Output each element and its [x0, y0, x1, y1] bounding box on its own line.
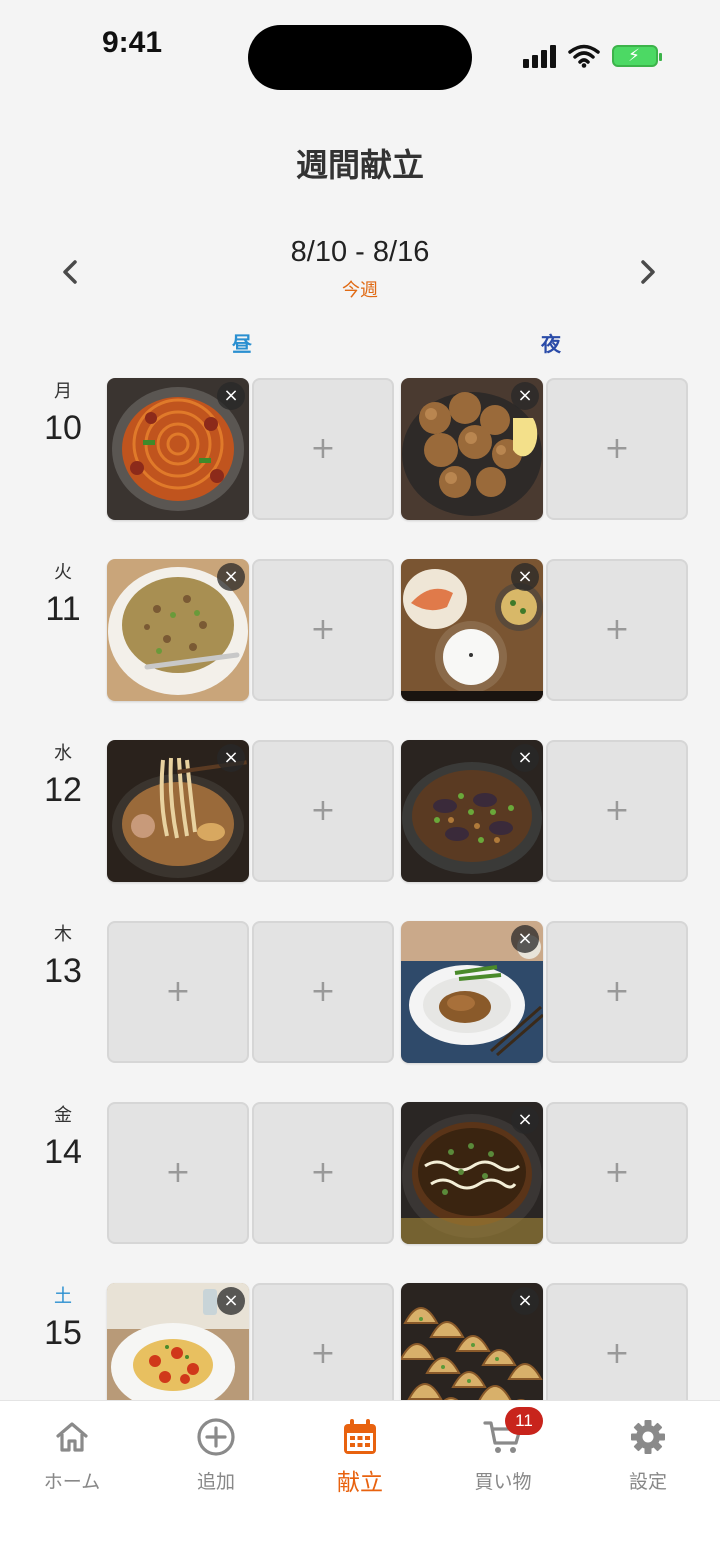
gear-icon	[631, 1420, 665, 1454]
battery-icon: ⚡	[612, 45, 662, 67]
weekday-name: 火	[54, 562, 72, 583]
day-row: 木 13 + + × +	[0, 921, 720, 1063]
week-range: 8/10 - 8/16	[290, 236, 430, 268]
meal-photo-dinner-1[interactable]: ×	[401, 1102, 543, 1244]
wifi-icon	[568, 44, 600, 68]
add-meal-slot-lunch-2[interactable]: +	[252, 378, 394, 520]
chevron-right-icon	[641, 260, 655, 284]
tab-shopping-label: 買い物	[474, 1471, 532, 1493]
meal-photo-dinner-1[interactable]: ×	[401, 921, 543, 1063]
day-row: 火 11 × + × +	[0, 559, 720, 701]
tab-settings[interactable]: 設定	[588, 1415, 708, 1494]
tab-menu-plan[interactable]: 献立	[300, 1415, 420, 1497]
plus-icon: +	[310, 1155, 336, 1190]
plus-icon: +	[604, 974, 630, 1009]
plus-icon: +	[310, 974, 336, 1009]
meal-photo-lunch-1[interactable]: ×	[107, 378, 249, 520]
day-label: 木 13	[28, 923, 98, 991]
status-time: 9:41	[102, 26, 163, 59]
day-number: 15	[44, 1314, 82, 1352]
calendar-icon	[344, 1419, 376, 1454]
meal-photo-dinner-1[interactable]: ×	[401, 740, 543, 882]
tab-home[interactable]: ホーム	[12, 1415, 132, 1494]
meal-photo-dinner-1[interactable]: ×	[401, 559, 543, 701]
tab-menu-plan-label: 献立	[337, 1470, 383, 1496]
lunch-column-header: 昼	[232, 332, 252, 356]
day-number: 12	[44, 771, 82, 809]
page-title: 週間献立	[295, 146, 424, 184]
weekday-name: 月	[54, 381, 72, 402]
tab-add-label: 追加	[196, 1471, 235, 1493]
plus-icon: +	[604, 1336, 630, 1371]
day-row: 月 10 × + × +	[0, 378, 720, 520]
add-meal-slot-lunch-2[interactable]: +	[252, 559, 394, 701]
tab-settings-label: 設定	[628, 1471, 667, 1493]
plus-icon: +	[310, 1336, 336, 1371]
add-meal-slot-dinner-2[interactable]: +	[546, 921, 688, 1063]
plus-icon: +	[165, 1155, 191, 1190]
remove-meal-button[interactable]: ×	[511, 744, 539, 772]
plus-icon: +	[604, 612, 630, 647]
weekday-name: 土	[54, 1286, 72, 1307]
day-row: 金 14 + + × +	[0, 1102, 720, 1244]
remove-meal-button[interactable]: ×	[511, 382, 539, 410]
plus-icon: +	[310, 793, 336, 828]
cart-count-badge: 11	[505, 1407, 543, 1435]
day-number: 10	[44, 409, 82, 447]
status-bar: 9:41 ⚡	[0, 0, 720, 100]
weekday-name: 水	[54, 743, 72, 764]
plus-icon: +	[604, 431, 630, 466]
tab-add[interactable]: 追加	[156, 1415, 276, 1494]
add-meal-slot-dinner-2[interactable]: +	[546, 1102, 688, 1244]
remove-meal-button[interactable]: ×	[217, 563, 245, 591]
remove-meal-button[interactable]: ×	[217, 382, 245, 410]
plus-icon: +	[165, 974, 191, 1009]
remove-meal-button[interactable]: ×	[511, 1287, 539, 1315]
meal-photo-dinner-1[interactable]: ×	[401, 378, 543, 520]
dynamic-island	[248, 25, 472, 90]
day-number: 14	[44, 1133, 82, 1171]
add-meal-slot-lunch-1[interactable]: +	[107, 921, 249, 1063]
status-icons: ⚡	[523, 44, 662, 68]
day-row: 水 12 × + × +	[0, 740, 720, 882]
tab-home-label: ホーム	[43, 1471, 101, 1493]
day-label: 月 10	[28, 380, 98, 448]
plus-circle-icon	[197, 1418, 235, 1456]
weekday-name: 木	[54, 924, 72, 945]
meal-photo-lunch-1[interactable]: ×	[107, 740, 249, 882]
add-meal-slot-lunch-1[interactable]: +	[107, 1102, 249, 1244]
day-number: 13	[44, 952, 82, 990]
plus-icon: +	[310, 431, 336, 466]
meal-photo-lunch-1[interactable]: ×	[107, 559, 249, 701]
add-meal-slot-lunch-2[interactable]: +	[252, 740, 394, 882]
remove-meal-button[interactable]: ×	[511, 1106, 539, 1134]
remove-meal-button[interactable]: ×	[511, 925, 539, 953]
remove-meal-button[interactable]: ×	[217, 1287, 245, 1315]
plus-icon: +	[604, 1155, 630, 1190]
day-label: 水 12	[28, 742, 98, 810]
next-week-button[interactable]	[628, 252, 668, 292]
plus-icon: +	[310, 612, 336, 647]
weekday-name: 金	[54, 1105, 72, 1126]
remove-meal-button[interactable]: ×	[217, 744, 245, 772]
plus-icon: +	[604, 793, 630, 828]
add-meal-slot-lunch-2[interactable]: +	[252, 1102, 394, 1244]
add-meal-slot-dinner-2[interactable]: +	[546, 559, 688, 701]
day-label: 火 11	[28, 561, 98, 629]
add-meal-slot-dinner-2[interactable]: +	[546, 378, 688, 520]
week-navigator: 8/10 - 8/16 今週	[0, 232, 720, 302]
dinner-column-header: 夜	[541, 332, 561, 356]
home-icon	[56, 1422, 88, 1452]
tab-bar: ホーム 追加 献立 11 買い物 設定	[0, 1400, 720, 1565]
day-label: 金 14	[28, 1104, 98, 1172]
add-meal-slot-lunch-2[interactable]: +	[252, 921, 394, 1063]
day-number: 11	[45, 590, 81, 628]
this-week-label: 今週	[342, 280, 378, 301]
tab-shopping[interactable]: 11 買い物	[443, 1407, 563, 1494]
day-label: 土 15	[28, 1285, 98, 1353]
add-meal-slot-dinner-2[interactable]: +	[546, 740, 688, 882]
signal-icon	[523, 44, 556, 68]
remove-meal-button[interactable]: ×	[511, 563, 539, 591]
